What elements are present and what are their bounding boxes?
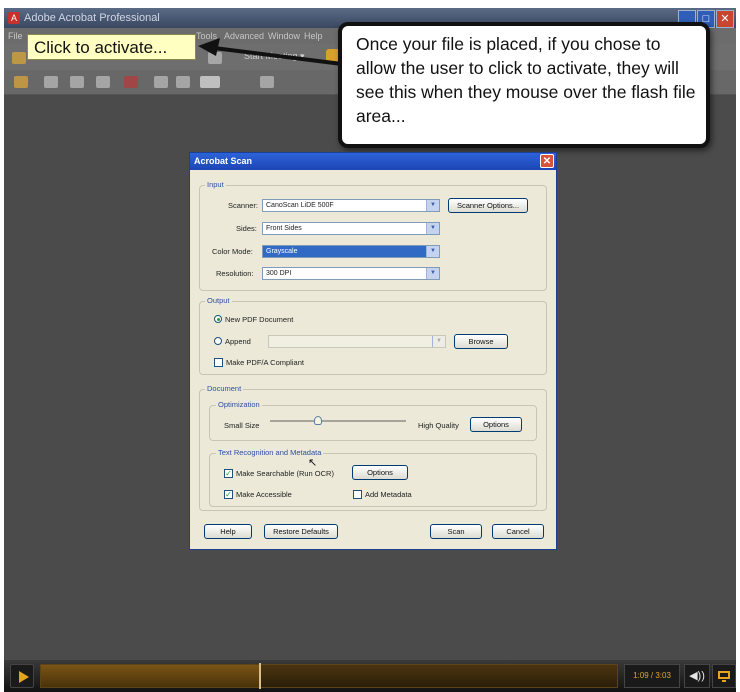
append-radio[interactable]	[214, 337, 222, 345]
optimization-slider-thumb[interactable]	[313, 416, 322, 425]
sides-label: Sides:	[236, 224, 257, 233]
optimization-slider-track[interactable]	[270, 420, 406, 422]
next-page-icon[interactable]	[176, 76, 190, 88]
email-icon[interactable]	[96, 76, 110, 88]
color-mode-label: Color Mode:	[212, 247, 253, 256]
chevron-down-icon[interactable]: ▼	[426, 200, 439, 211]
restore-defaults-button[interactable]: Restore Defaults	[264, 524, 338, 539]
append-document-select[interactable]: ▼	[268, 335, 446, 348]
chevron-down-icon[interactable]: ▼	[426, 268, 439, 279]
optimization-options-button[interactable]: Options	[470, 417, 522, 432]
play-button[interactable]	[10, 664, 34, 688]
make-accessible-checkbox[interactable]: ✓	[224, 490, 233, 499]
dialog-title-bar: Acrobat Scan ✕	[190, 153, 556, 170]
chevron-down-icon[interactable]: ▼	[432, 336, 445, 347]
new-pdf-label: New PDF Document	[225, 315, 294, 324]
click-to-activate-tooltip: Click to activate...	[27, 34, 196, 60]
video-player-controls: 1:09 / 3:03 ◀))	[4, 660, 736, 692]
high-quality-label: High Quality	[418, 421, 459, 430]
small-size-label: Small Size	[224, 421, 260, 430]
scanner-select[interactable]: CanoScan LiDE 500F ▼	[262, 199, 440, 212]
mouse-cursor-icon: ↖	[308, 457, 318, 469]
attach-icon[interactable]	[124, 76, 138, 88]
make-searchable-checkbox[interactable]: ✓	[224, 469, 233, 478]
close-button[interactable]: ✕	[716, 10, 734, 28]
playhead-handle[interactable]	[258, 663, 261, 689]
prev-page-icon[interactable]	[154, 76, 168, 88]
make-searchable-label: Make Searchable (Run OCR)	[236, 469, 334, 478]
cancel-button[interactable]: Cancel	[492, 524, 544, 539]
pointer-arrow-icon	[198, 38, 343, 66]
add-metadata-label: Add Metadata	[365, 490, 412, 499]
new-pdf-radio[interactable]	[214, 315, 222, 323]
select-tool-icon[interactable]	[260, 76, 274, 88]
browse-button[interactable]: Browse	[454, 334, 508, 349]
fullscreen-icon[interactable]	[712, 664, 736, 688]
input-group-label: Input	[205, 180, 226, 189]
chevron-down-icon[interactable]: ▼	[426, 246, 439, 257]
document-group-label: Document	[205, 384, 244, 393]
save-icon[interactable]	[70, 76, 84, 88]
create-pdf-icon[interactable]	[12, 52, 26, 64]
acrobat-scan-dialog: Acrobat Scan ✕ Input Scanner: CanoScan L…	[189, 152, 557, 550]
ocr-options-button[interactable]: Options	[352, 465, 408, 480]
page-number-field[interactable]	[200, 76, 220, 88]
help-button[interactable]: Help	[204, 524, 252, 539]
dialog-close-icon[interactable]: ✕	[540, 154, 554, 168]
open-folder-icon[interactable]	[14, 76, 28, 88]
timecode: 1:09 / 3:03	[624, 664, 680, 688]
resolution-label: Resolution:	[216, 269, 254, 278]
acrobat-icon: A	[8, 12, 20, 24]
make-accessible-label: Make Accessible	[236, 490, 292, 499]
scanner-options-button[interactable]: Scanner Options...	[448, 198, 528, 213]
dialog-title: Acrobat Scan	[194, 156, 253, 166]
resolution-select[interactable]: 300 DPI ▼	[262, 267, 440, 280]
print-icon[interactable]	[44, 76, 58, 88]
chevron-down-icon[interactable]: ▼	[426, 223, 439, 234]
pdfa-checkbox[interactable]	[214, 358, 223, 367]
scanner-label: Scanner:	[228, 201, 259, 210]
append-label: Append	[225, 337, 251, 346]
optimization-label: Optimization	[216, 400, 262, 409]
pdfa-label: Make PDF/A Compliant	[226, 358, 304, 367]
timeline-scrubber[interactable]	[40, 663, 618, 689]
sides-select[interactable]: Front Sides ▼	[262, 222, 440, 235]
window-title: Adobe Acrobat Professional	[24, 12, 160, 24]
tutorial-callout: Once your file is placed, if you chose t…	[338, 22, 710, 148]
timeline-progress	[41, 665, 260, 687]
scan-button[interactable]: Scan	[430, 524, 482, 539]
color-mode-select[interactable]: Grayscale ▼	[262, 245, 440, 258]
volume-icon[interactable]: ◀))	[684, 664, 710, 688]
output-group-label: Output	[205, 296, 232, 305]
add-metadata-checkbox[interactable]	[353, 490, 362, 499]
menu-file[interactable]: File	[8, 28, 23, 44]
